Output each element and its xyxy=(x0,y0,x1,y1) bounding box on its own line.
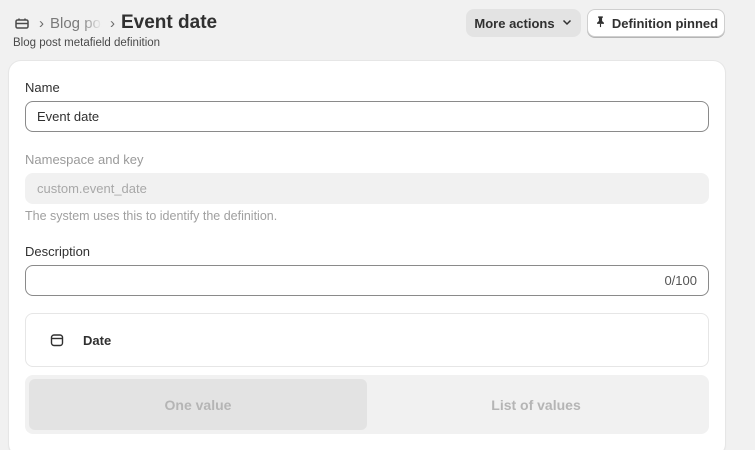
page-subtitle: Blog post metafield definition xyxy=(13,37,161,49)
name-field-value: Event date xyxy=(37,109,100,124)
value-mode-toggle: One value List of values xyxy=(25,375,709,434)
description-label: Description xyxy=(25,244,91,259)
breadcrumb-separator: › xyxy=(39,14,44,32)
definition-pinned-label: Definition pinned xyxy=(611,15,719,31)
description-char-counter: 0/100 xyxy=(664,273,697,288)
calendar-icon xyxy=(50,333,64,347)
list-of-values-option[interactable]: List of values xyxy=(367,379,705,430)
description-field[interactable]: 0/100 xyxy=(25,265,709,296)
more-actions-button[interactable]: More actions xyxy=(466,9,581,37)
pin-icon xyxy=(594,15,607,31)
page-title: Event date xyxy=(121,12,218,33)
one-value-option[interactable]: One value xyxy=(29,379,367,430)
namespace-help-text: The system uses this to identify the def… xyxy=(25,209,278,223)
type-selector[interactable]: Date xyxy=(25,313,709,367)
namespace-key-field: custom.event_date xyxy=(25,173,709,204)
name-field[interactable]: Event date xyxy=(25,101,709,132)
namespace-key-value: custom.event_date xyxy=(37,181,147,196)
chevron-down-icon xyxy=(561,16,573,31)
definition-pinned-button[interactable]: Definition pinned xyxy=(587,9,725,37)
type-label: Date xyxy=(83,332,112,348)
name-label: Name xyxy=(25,80,60,95)
definition-card: Name Event date Namespace and key custom… xyxy=(9,61,725,450)
namespace-label: Namespace and key xyxy=(25,152,144,167)
breadcrumb: › Blog posts › Event date xyxy=(13,12,217,34)
more-actions-label: More actions xyxy=(474,15,555,31)
breadcrumb-parent-link[interactable]: Blog posts xyxy=(50,15,102,32)
blog-post-icon[interactable] xyxy=(13,14,31,32)
breadcrumb-separator: › xyxy=(110,14,115,32)
